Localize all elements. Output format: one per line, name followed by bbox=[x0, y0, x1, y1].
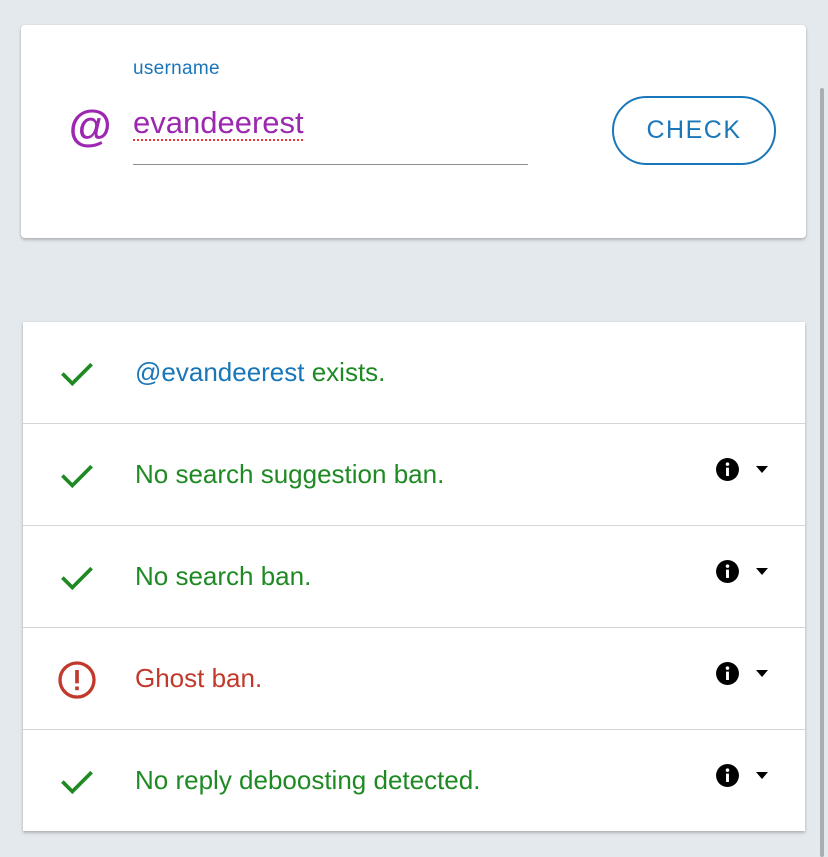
result-message: No search ban. bbox=[135, 561, 312, 591]
check-icon bbox=[61, 362, 93, 387]
result-row-reply-deboosting: No reply deboosting detected. bbox=[23, 730, 805, 831]
check-icon bbox=[61, 566, 93, 591]
result-message: exists. bbox=[304, 357, 386, 387]
expand-caret-icon[interactable] bbox=[756, 466, 768, 474]
check-button[interactable]: CHECK bbox=[612, 96, 776, 165]
username-handle-link[interactable]: @evandeerest bbox=[135, 357, 305, 387]
result-row-ghost-ban: Ghost ban. bbox=[23, 628, 805, 730]
at-sign-icon: @ bbox=[68, 102, 111, 151]
expand-caret-icon[interactable] bbox=[756, 772, 768, 780]
info-icon[interactable] bbox=[715, 763, 740, 788]
page-scrollbar[interactable] bbox=[820, 88, 824, 857]
expand-caret-icon[interactable] bbox=[756, 670, 768, 678]
info-icon[interactable] bbox=[715, 661, 740, 686]
result-row-search-suggestion-ban: No search suggestion ban. bbox=[23, 424, 805, 526]
result-row-search-ban: No search ban. bbox=[23, 526, 805, 628]
username-input[interactable]: evandeerest bbox=[133, 105, 304, 141]
result-message: No reply deboosting detected. bbox=[135, 765, 481, 795]
username-input-underline bbox=[133, 164, 528, 165]
check-icon bbox=[61, 770, 93, 795]
result-message: No search suggestion ban. bbox=[135, 459, 445, 489]
info-icon[interactable] bbox=[715, 559, 740, 584]
result-text: @evandeerest exists. bbox=[135, 357, 385, 388]
results-list: @evandeerest exists. No search suggestio… bbox=[23, 322, 805, 831]
check-icon bbox=[61, 464, 93, 489]
alert-circle-icon bbox=[58, 661, 96, 699]
result-message: Ghost ban. bbox=[135, 663, 263, 693]
username-search-card: @ username evandeerest CHECK bbox=[21, 25, 806, 238]
expand-caret-icon[interactable] bbox=[756, 568, 768, 576]
info-icon[interactable] bbox=[715, 457, 740, 482]
username-field-label: username bbox=[133, 58, 220, 79]
result-row-exists: @evandeerest exists. bbox=[23, 322, 805, 424]
